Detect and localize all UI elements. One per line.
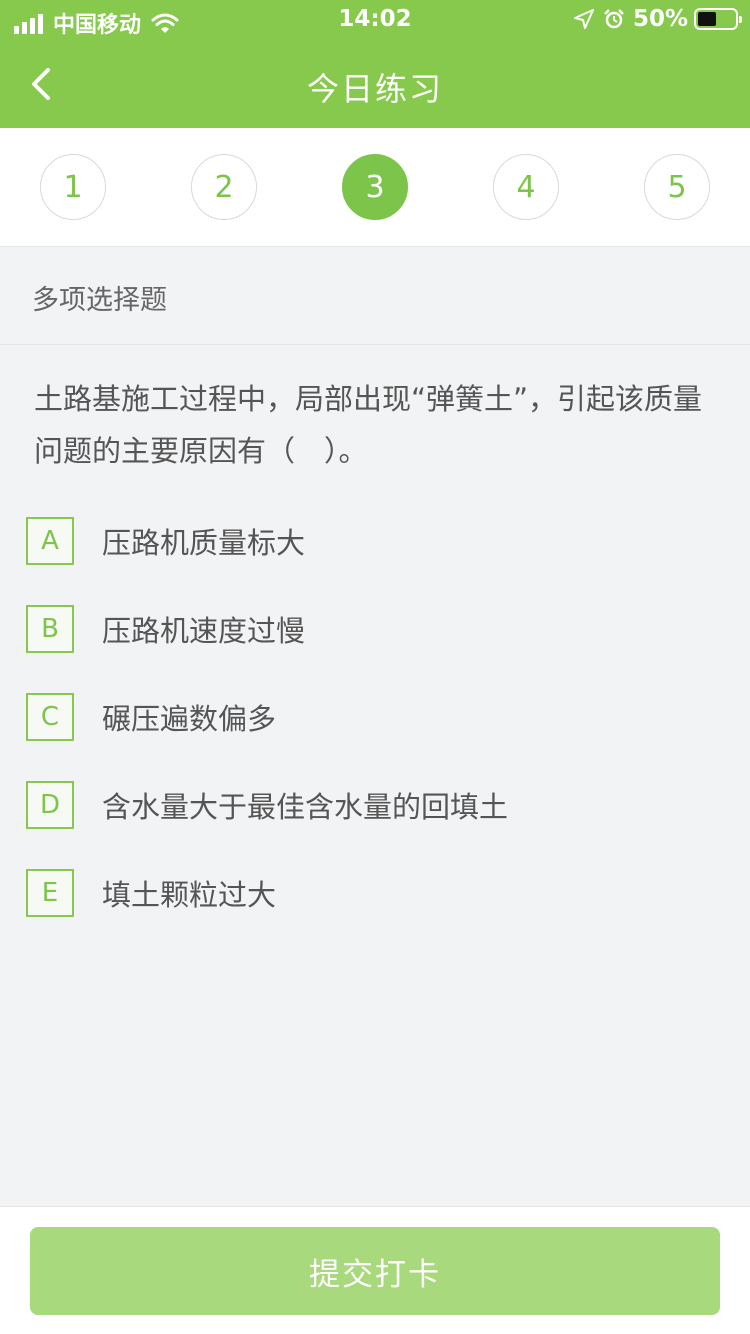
- option-e[interactable]: E 填土颗粒过大: [26, 849, 750, 937]
- option-letter-box[interactable]: C: [26, 693, 74, 741]
- app-root: 中国移动 14:02 50% 今日练习 1 2 3 4 5 多项选择题 土路基施…: [0, 0, 750, 1334]
- option-b[interactable]: B 压路机速度过慢: [26, 585, 750, 673]
- option-c[interactable]: C 碾压遍数偏多: [26, 673, 750, 761]
- question-tab-3[interactable]: 3: [342, 154, 408, 220]
- option-text: 含水量大于最佳含水量的回填土: [102, 790, 509, 824]
- option-d[interactable]: D 含水量大于最佳含水量的回填土: [26, 761, 750, 849]
- option-text: 压路机速度过慢: [102, 614, 306, 648]
- option-letter-box[interactable]: E: [26, 869, 74, 917]
- option-text: 压路机质量标大: [102, 526, 306, 560]
- option-text: 填土颗粒过大: [102, 878, 277, 912]
- question-tab-2[interactable]: 2: [191, 154, 257, 220]
- battery-percent: 50%: [632, 6, 688, 32]
- battery-fill: [698, 12, 716, 26]
- status-bar: 中国移动 14:02 50%: [0, 0, 750, 40]
- options-list: A 压路机质量标大 B 压路机速度过慢 C 碾压遍数偏多 D 含水量大于最佳含水量的回填土 E 填…: [0, 477, 750, 937]
- option-text: 碾压遍数偏多: [102, 702, 277, 736]
- option-letter-box[interactable]: A: [26, 517, 74, 565]
- location-arrow-icon: [573, 9, 594, 29]
- question-type-label: 多项选择题: [0, 247, 750, 345]
- page-title: 今日练习: [306, 70, 443, 108]
- question-tab-1[interactable]: 1: [40, 154, 106, 220]
- option-letter-box[interactable]: B: [26, 605, 74, 653]
- option-a[interactable]: A 压路机质量标大: [26, 497, 750, 585]
- question-tab-5[interactable]: 5: [644, 154, 710, 220]
- option-letter-box[interactable]: D: [26, 781, 74, 829]
- nav-bar: 今日练习: [0, 40, 750, 128]
- submit-button[interactable]: 提交打卡: [30, 1227, 720, 1315]
- battery-icon: [694, 8, 742, 30]
- header: 中国移动 14:02 50% 今日练习: [0, 0, 750, 128]
- question-tab-4[interactable]: 4: [493, 154, 559, 220]
- bottom-bar: 提交打卡: [0, 1206, 750, 1334]
- question-text: 土路基施工过程中，局部出现“弹簧土”，引起该质量问题的主要原因有（ ）。: [34, 382, 703, 468]
- alarm-clock-icon: [604, 9, 624, 29]
- status-right: 50%: [573, 6, 742, 32]
- question-tabs: 1 2 3 4 5: [0, 128, 750, 247]
